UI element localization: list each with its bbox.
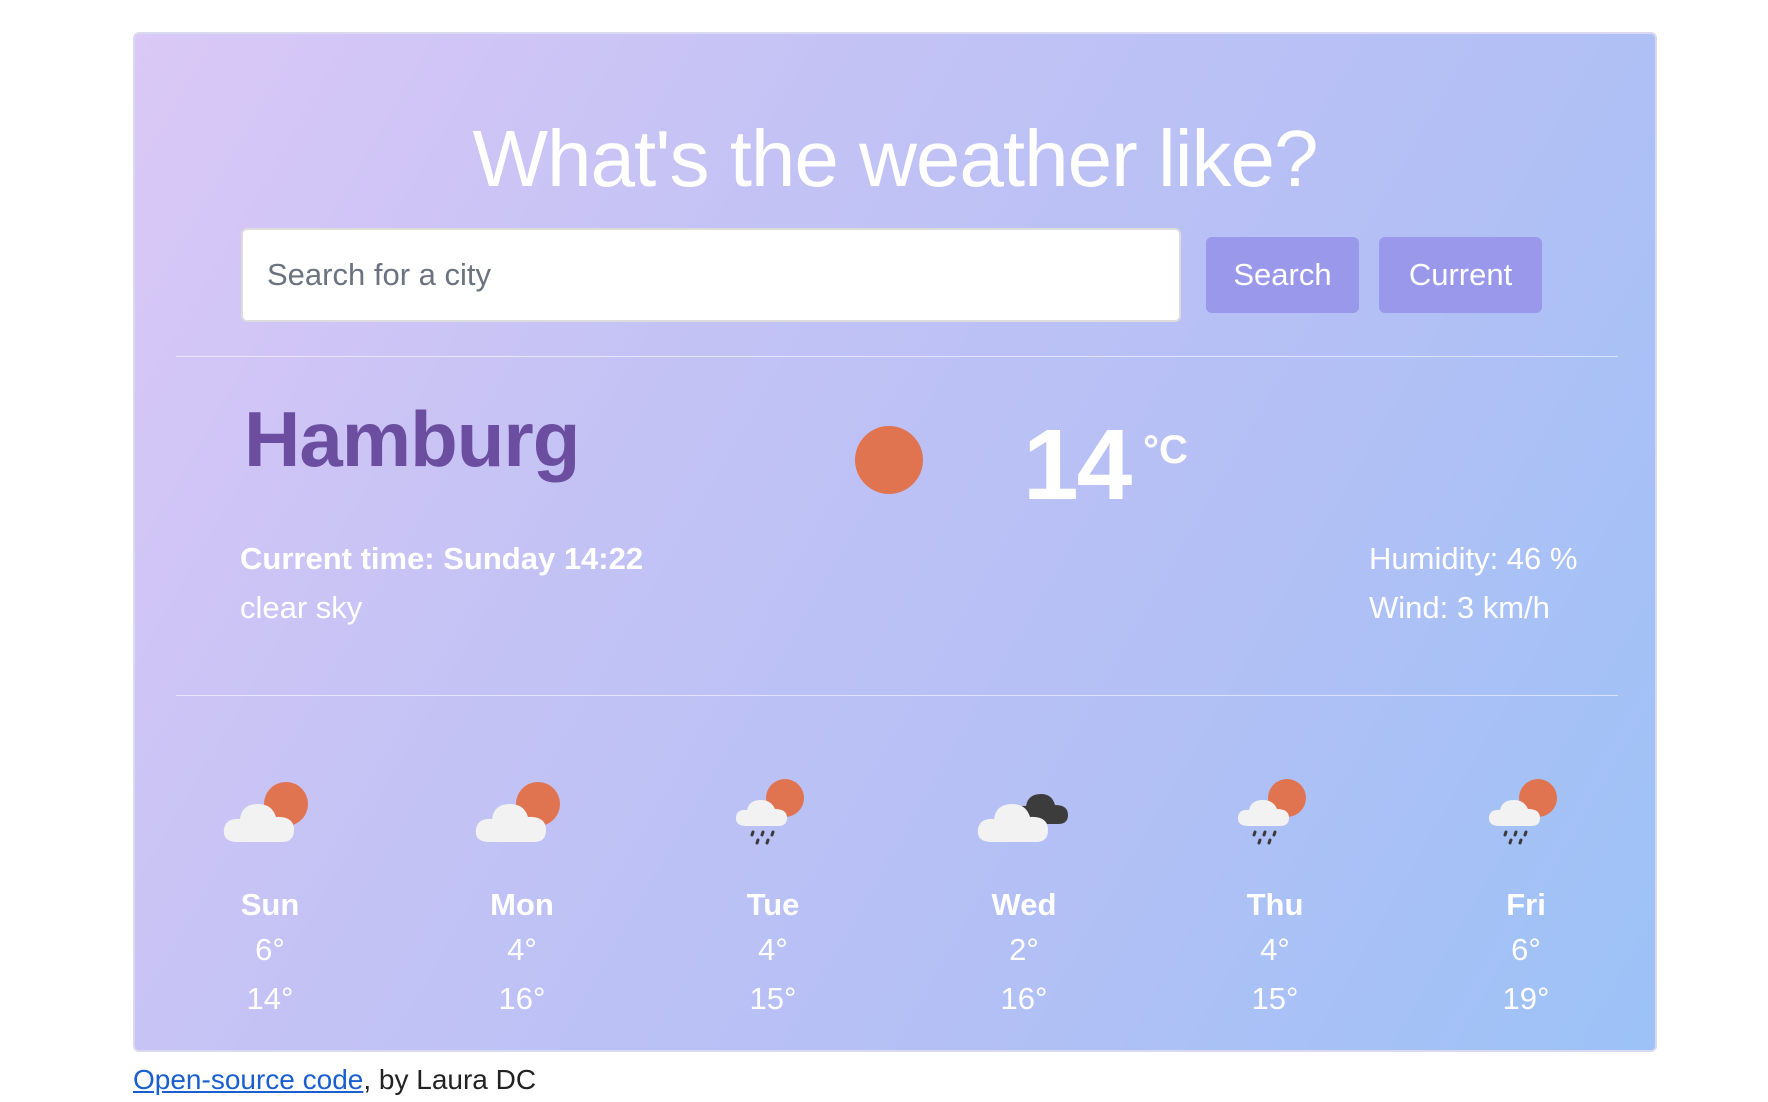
footer: Open-source code, by Laura DC: [133, 1060, 536, 1100]
open-source-link[interactable]: Open-source code: [133, 1064, 363, 1095]
current-location-button[interactable]: Current: [1379, 237, 1542, 313]
forecast-high: 14°: [246, 981, 294, 1016]
city-name: Hamburg: [244, 395, 580, 483]
forecast-day-mon: Mon 4° 16°: [442, 774, 602, 1023]
footer-credit: , by Laura DC: [363, 1064, 537, 1095]
forecast-day-name: Wed: [991, 887, 1057, 922]
forecast-low: 4°: [758, 932, 788, 967]
forecast-day-name: Fri: [1506, 887, 1546, 922]
forecast-day-fri: Fri 6° 19°: [1446, 774, 1606, 1023]
forecast-day-tue: Tue 4° 15°: [693, 774, 853, 1023]
forecast-day-name: Thu: [1246, 887, 1304, 922]
rain-sun-icon: [735, 779, 804, 845]
forecast-day-wed: Wed 2° 16°: [944, 774, 1104, 1023]
forecast-day-sun: Sun 6° 14°: [190, 774, 350, 1023]
divider: [176, 356, 1618, 357]
current-time: Current time: Sunday 14:22: [240, 541, 644, 576]
forecast-low: 2°: [1009, 932, 1039, 967]
forecast-day-name: Mon: [490, 887, 554, 922]
wind: Wind: 3 km/h: [1369, 590, 1550, 625]
forecast-high: 16°: [1000, 981, 1048, 1016]
rain-sun-icon: [1488, 779, 1557, 845]
forecast-high: 16°: [498, 981, 546, 1016]
forecast-low: 6°: [255, 932, 285, 967]
current-temperature: 14: [1023, 409, 1132, 521]
forecast-day-name: Sun: [240, 887, 300, 922]
sun-icon: [855, 426, 923, 494]
forecast-high: 19°: [1502, 981, 1550, 1016]
weather-card: What's the weather like? Search Current …: [133, 32, 1657, 1052]
forecast-low: 4°: [1260, 932, 1290, 967]
forecast-high: 15°: [749, 981, 797, 1016]
humidity: Humidity: 46 %: [1369, 541, 1578, 576]
temperature-unit: °C: [1143, 428, 1188, 472]
search-button[interactable]: Search: [1206, 237, 1359, 313]
forecast-day-name: Tue: [746, 887, 800, 922]
partly-cloudy-icon: [475, 782, 560, 842]
forecast-day-thu: Thu 4° 15°: [1195, 774, 1355, 1023]
rain-sun-icon: [1237, 779, 1306, 845]
page-title: What's the weather like?: [472, 114, 1318, 203]
divider: [176, 695, 1618, 696]
weather-description: clear sky: [240, 590, 363, 625]
city-search-input[interactable]: [241, 228, 1181, 322]
forecast-low: 6°: [1511, 932, 1541, 967]
dark-cloudy-icon: [977, 794, 1068, 842]
forecast-high: 15°: [1251, 981, 1299, 1016]
partly-cloudy-icon: [223, 782, 308, 842]
forecast-low: 4°: [507, 932, 537, 967]
